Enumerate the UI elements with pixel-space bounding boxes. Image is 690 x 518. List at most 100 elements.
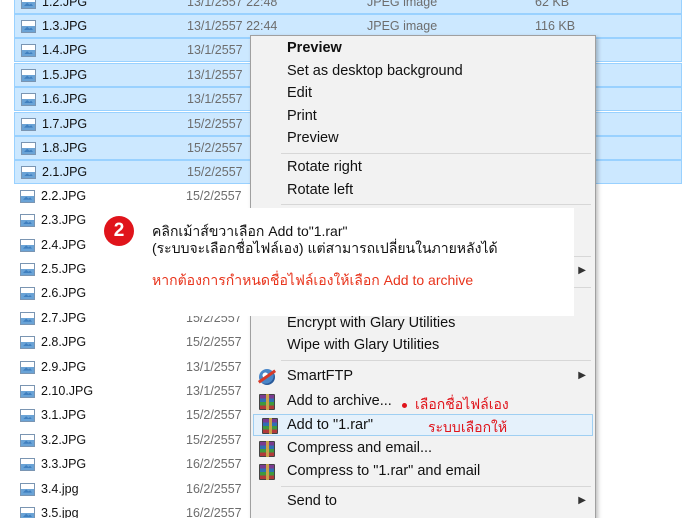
menu-separator (281, 204, 591, 205)
file-name: 3.4.jpg (41, 481, 79, 496)
file-name: 2.2.JPG (41, 188, 87, 203)
file-date: 13/1/2557 (187, 43, 243, 58)
jpeg-file-icon (21, 93, 36, 107)
menu-item-label: Preview (287, 130, 339, 146)
file-size: 62 KB (535, 0, 570, 9)
file-date: 16/2/2557 (186, 457, 242, 472)
file-date: 15/2/2557 (186, 188, 242, 203)
file-name: 3.5.jpg (41, 506, 79, 518)
menu-item-label: Set as desktop background (287, 63, 463, 79)
note-text: เลือกชื่อไฟล์เอง (415, 396, 509, 412)
jpeg-file-icon (20, 458, 35, 472)
menu-item-label: Add to "1.rar" (287, 417, 374, 433)
menu-item-rotate-right[interactable]: Rotate right (251, 157, 595, 179)
jpeg-file-icon (20, 507, 35, 518)
file-date: 15/2/2557 (187, 165, 243, 180)
file-name: 3.1.JPG (41, 408, 87, 423)
jpeg-file-icon (20, 263, 35, 276)
file-date: 15/2/2557 (186, 335, 242, 350)
file-size: 116 KB (535, 19, 576, 33)
menu-item-label: Compress and email... (287, 440, 433, 456)
menu-item-label: Encrypt with Glary Utilities (287, 315, 456, 331)
jpeg-file-icon (20, 482, 35, 496)
menu-item-label: Rotate right (287, 159, 362, 175)
file-name: 1.7.JPG (42, 116, 88, 131)
menu-item-label: Wipe with Glary Utilities (287, 337, 440, 353)
menu-item-label: Send to (287, 493, 337, 509)
jpeg-file-icon (21, 68, 36, 82)
menu-item-label: Compress to "1.rar" and email (287, 463, 481, 479)
file-name: 2.1.JPG (42, 165, 88, 180)
file-name: 1.5.JPG (42, 67, 88, 82)
winrar-icon (262, 418, 278, 434)
file-name: 2.9.JPG (41, 359, 87, 374)
file-date: 15/2/2557 (186, 408, 242, 423)
file-name: 2.4.JPG (41, 237, 87, 252)
note-system-chooses: ระบบเลือกให้ (428, 419, 508, 435)
jpeg-file-icon (21, 142, 36, 155)
file-type: JPEG image (367, 0, 438, 9)
menu-item-compress-and-email[interactable]: Compress and email... (251, 438, 595, 460)
menu-item-encrypt-glary[interactable]: Encrypt with Glary Utilities (251, 313, 595, 335)
file-name: 1.2.JPG (42, 0, 88, 9)
file-name: 1.4.JPG (42, 43, 88, 58)
jpeg-file-icon (20, 409, 35, 423)
winrar-icon (259, 394, 275, 410)
instruction-callout: 2 คลิกเม้าส์ขวาเลือก Add to"1.rar" (ระบบ… (98, 208, 574, 316)
file-date: 16/2/2557 (186, 506, 242, 518)
file-date: 15/2/2557 (187, 141, 243, 155)
jpeg-file-icon (21, 0, 36, 9)
jpeg-file-icon (20, 189, 35, 203)
menu-item-rotate-left[interactable]: Rotate left (251, 180, 595, 202)
file-name: 2.5.JPG (41, 262, 87, 276)
menu-item-set-desktop-background[interactable]: Set as desktop background (251, 61, 595, 83)
callout-line-2: (ระบบจะเลือกชื่อไฟล์เอง) แต่สามารถเปลี่ย… (152, 240, 498, 256)
smartftp-icon (259, 369, 275, 385)
menu-item-preview[interactable]: Preview (251, 128, 595, 150)
menu-item-wipe-glary[interactable]: Wipe with Glary Utilities (251, 335, 595, 357)
file-date: 16/2/2557 (186, 481, 242, 496)
file-name: 2.7.JPG (41, 310, 87, 325)
file-name: 2.6.JPG (41, 286, 87, 301)
winrar-icon (259, 441, 275, 457)
menu-item-label: Rotate left (287, 182, 354, 198)
note-choose-filename: เลือกชื่อไฟล์เอง (402, 394, 509, 416)
file-row[interactable]: 1.2.JPG 13/1/2557 22:48 JPEG image 62 KB (14, 0, 682, 14)
file-date: 13/1/2557 (187, 92, 243, 107)
jpeg-file-icon (20, 433, 35, 447)
menu-item-print[interactable]: Print (251, 106, 595, 128)
menu-item-label: SmartFTP (287, 368, 354, 384)
jpeg-file-icon (21, 44, 36, 58)
file-date: 15/2/2557 (187, 116, 243, 131)
menu-item-label: Add to archive... (287, 393, 392, 409)
file-name: 3.3.JPG (41, 457, 87, 472)
menu-separator (281, 486, 591, 487)
menu-separator (281, 153, 591, 154)
jpeg-file-icon (21, 166, 36, 180)
menu-item-send-to[interactable]: Send to ▶ (251, 491, 595, 513)
submenu-arrow-icon: ▶ (578, 495, 586, 506)
jpeg-file-icon (20, 336, 35, 350)
file-date: 13/1/2557 (186, 384, 242, 398)
bullet-dot-icon (402, 402, 407, 408)
file-date: 13/1/2557 22:48 (187, 0, 278, 9)
file-date: 13/1/2557 (187, 67, 243, 82)
menu-item-compress-to-rar-email[interactable]: Compress to "1.rar" and email (251, 461, 595, 483)
jpeg-file-icon (20, 214, 35, 228)
submenu-arrow-icon: ▶ (578, 265, 586, 276)
menu-item-edit[interactable]: Edit (251, 83, 595, 105)
step-badge: 2 (104, 216, 134, 246)
file-name: 3.2.JPG (41, 432, 87, 447)
file-name: 1.8.JPG (42, 141, 88, 155)
file-name: 1.6.JPG (42, 92, 88, 107)
submenu-arrow-icon: ▶ (578, 370, 586, 381)
menu-item-preview-default[interactable]: Preview (251, 38, 595, 60)
file-name: 1.3.JPG (42, 19, 88, 33)
file-name: 2.3.JPG (41, 213, 87, 228)
jpeg-file-icon (21, 117, 36, 131)
jpeg-file-icon (20, 311, 35, 325)
jpeg-file-icon (20, 385, 35, 398)
menu-item-add-to-rar[interactable]: Add to "1.rar" (253, 414, 593, 436)
menu-item-smartftp[interactable]: SmartFTP ▶ (251, 366, 595, 388)
file-date: 13/1/2557 22:44 (187, 19, 278, 33)
